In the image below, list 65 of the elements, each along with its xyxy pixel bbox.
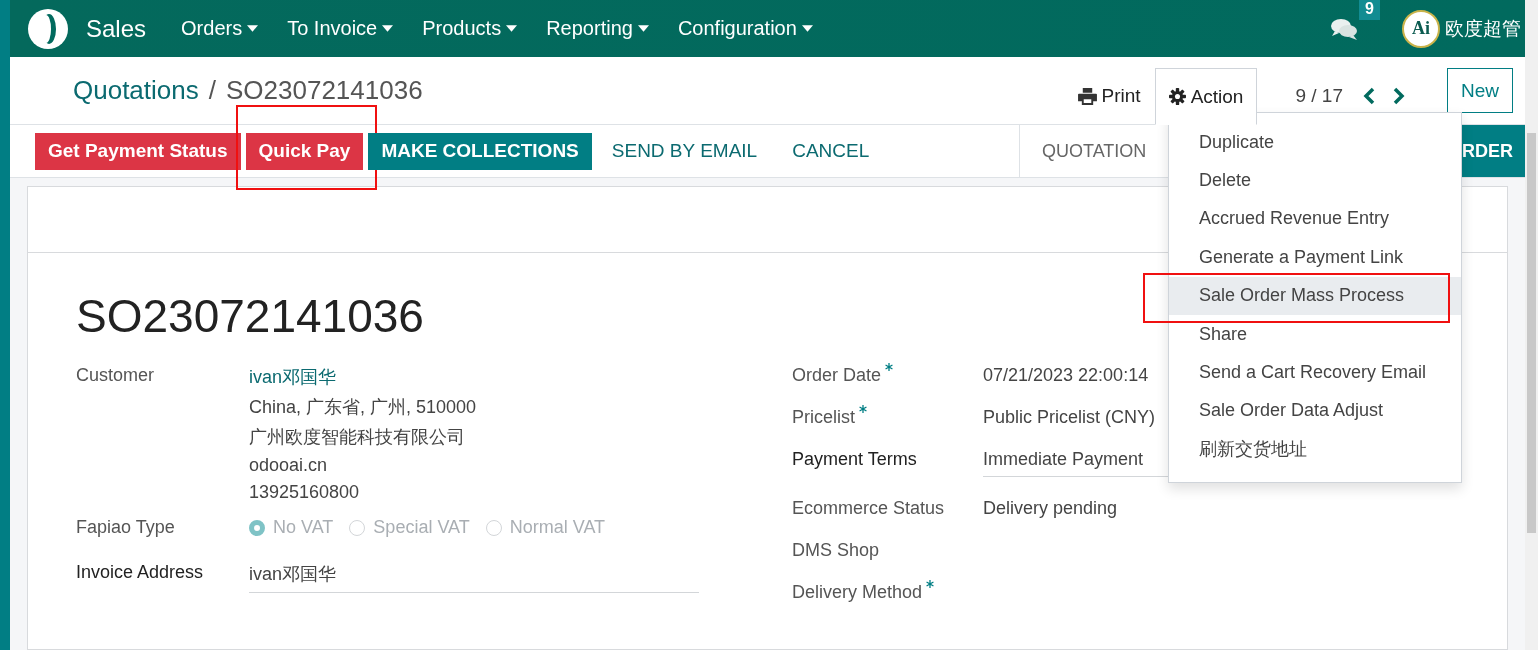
caret-icon	[801, 25, 813, 32]
menu-item[interactable]: Accrued Revenue Entry	[1169, 199, 1461, 239]
field-label: Fapiao Type	[76, 517, 176, 538]
new-button[interactable]: New	[1447, 68, 1513, 113]
caret-icon	[382, 25, 394, 32]
chat-icon[interactable]	[1331, 17, 1358, 40]
app-name[interactable]: Sales	[86, 14, 147, 43]
action-button[interactable]: Action	[1154, 68, 1258, 125]
scrollbar[interactable]	[1525, 0, 1538, 650]
menu-dropdown[interactable]: Products	[409, 17, 534, 40]
header-button[interactable]: SEND BY EMAIL	[596, 132, 773, 170]
field-label: DMS Shop	[792, 540, 880, 561]
record-name: SO23072141036	[226, 75, 423, 106]
address-line: 13925160800	[249, 482, 361, 503]
previous-icon[interactable]	[1363, 87, 1375, 105]
address-line: 广州欧度智能科技有限公司	[249, 426, 466, 449]
address-line: odooai.cn	[249, 455, 329, 476]
header-button[interactable]: CANCEL	[777, 132, 885, 170]
caret-icon	[637, 25, 649, 32]
next-icon[interactable]	[1393, 87, 1405, 105]
gear-icon	[1168, 88, 1186, 105]
menu-item[interactable]: Share	[1169, 314, 1461, 354]
field-label: Pricelist	[792, 407, 855, 428]
field-label: Delivery Method	[792, 582, 923, 603]
caret-icon	[247, 25, 259, 32]
field-label: Invoice Address	[76, 562, 205, 584]
menu-item[interactable]: Duplicate	[1169, 123, 1461, 162]
menu-item[interactable]: Sale Order Data Adjust	[1169, 391, 1461, 431]
radio-icon[interactable]	[249, 519, 265, 536]
menu-item[interactable]: Send a Cart Recovery Email	[1169, 353, 1461, 392]
field-label: Customer	[76, 365, 156, 387]
breadcrumb-link[interactable]: Quotations	[73, 75, 199, 106]
user-avatar[interactable]: Ai	[1402, 9, 1440, 48]
printer-icon	[1077, 87, 1097, 105]
pager-value: 9 / 17	[1295, 85, 1343, 107]
field-label: Ecommerce Status	[792, 498, 945, 519]
breadcrumb-separator: /	[208, 75, 216, 106]
menu-item[interactable]: 刷新交货地址	[1169, 430, 1461, 469]
user-name[interactable]: 欧度超管	[1445, 15, 1521, 42]
field-value: 07/21/2023 22:00:14	[983, 365, 1149, 385]
header-button[interactable]: Get Payment Status	[35, 132, 241, 170]
header-button[interactable]: MAKE COLLECTIONS	[368, 132, 592, 170]
menu-item[interactable]: Generate a Payment Link	[1169, 238, 1461, 277]
menu-item[interactable]: Delete	[1169, 161, 1461, 200]
menu-item[interactable]: Sale Order Mass Process	[1169, 276, 1461, 315]
message-count-badge: 9	[1359, 0, 1380, 20]
field-value: Public Pricelist (CNY)	[983, 407, 1156, 427]
app-logo-icon[interactable]	[28, 8, 68, 49]
menu-dropdown[interactable]: Reporting	[533, 17, 665, 40]
radio-label: Special VAT	[373, 517, 470, 538]
menu-dropdown[interactable]: Configuration	[664, 17, 829, 40]
print-button[interactable]: Print	[1063, 67, 1155, 125]
customer-link[interactable]: ivan邓国华	[249, 365, 699, 389]
caret-icon	[506, 25, 518, 32]
radio-label: No VAT	[273, 517, 334, 538]
field-value: Delivery pending	[983, 498, 1118, 518]
menu-dropdown[interactable]: Orders	[168, 17, 275, 40]
record-title: SO23072141036	[76, 289, 424, 343]
field-label: Payment Terms	[792, 449, 917, 470]
header-button[interactable]: Quick Pay	[245, 132, 364, 170]
radio-label: Normal VAT	[509, 517, 606, 538]
address-line: China, 广东省, 广州, 510000	[249, 396, 478, 419]
field-label: Order Date	[792, 365, 882, 386]
menu-dropdown[interactable]: To Invoice	[274, 17, 410, 40]
input-field[interactable]: ivan邓国华	[249, 562, 699, 593]
